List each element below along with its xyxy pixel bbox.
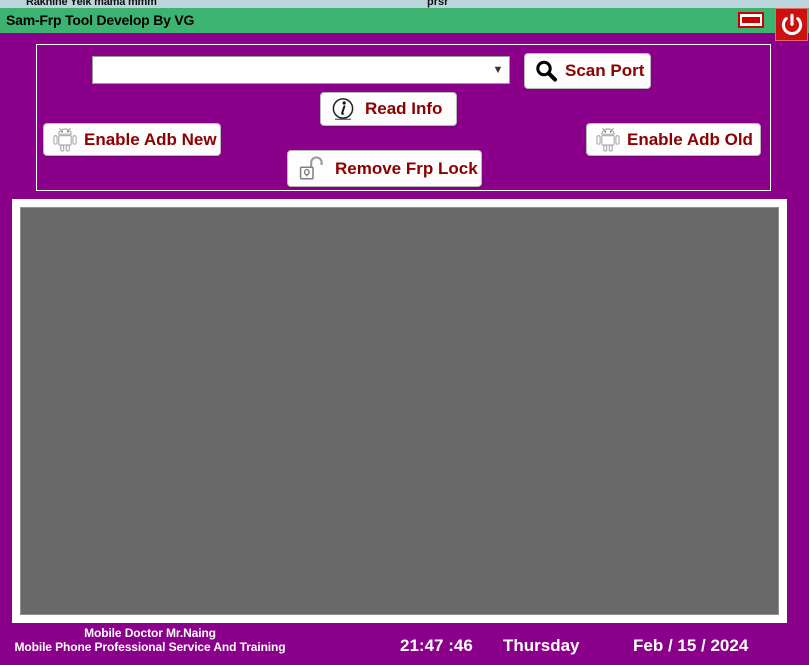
background-window-title-secondary: prsr: [427, 0, 449, 8]
remove-frp-lock-button[interactable]: Remove Frp Lock: [287, 150, 482, 187]
read-info-button[interactable]: Read Info: [320, 92, 457, 126]
background-window-titlebar-strip: Rakhine Yeik mama mmm prsr: [0, 0, 809, 8]
status-date: Feb / 15 / 2024: [633, 636, 749, 655]
window-titlebar: Sam-Frp Tool Develop By VG: [0, 8, 809, 41]
enable-adb-new-button[interactable]: Enable Adb New: [43, 123, 221, 156]
scan-port-label: Scan Port: [565, 61, 645, 80]
status-weekday: Thursday: [503, 636, 580, 655]
credit-block: Mobile Doctor Mr.Naing Mobile Phone Prof…: [0, 626, 300, 654]
enable-adb-old-button[interactable]: Enable Adb Old: [586, 123, 761, 156]
power-icon: [781, 13, 802, 35]
background-window-title: Rakhine Yeik mama mmm: [26, 0, 157, 8]
log-output[interactable]: [20, 207, 779, 615]
close-button[interactable]: [775, 8, 808, 41]
minimize-icon: [742, 17, 760, 23]
credit-line-2: Mobile Phone Professional Service And Tr…: [14, 640, 286, 654]
enable-adb-old-label: Enable Adb Old: [627, 129, 753, 149]
read-info-label: Read Info: [365, 99, 443, 118]
remove-frp-lock-label: Remove Frp Lock: [335, 158, 478, 178]
port-select[interactable]: ▼: [92, 56, 510, 84]
status-bar: Mobile Doctor Mr.Naing Mobile Phone Prof…: [0, 624, 809, 665]
scan-port-button[interactable]: Scan Port: [524, 53, 651, 89]
chevron-down-icon: ▼: [492, 63, 504, 76]
magnifier-icon: [533, 59, 559, 83]
android-robot-icon: [50, 127, 80, 153]
status-time: 21:47 :46: [400, 636, 473, 655]
log-frame: [12, 199, 787, 623]
open-padlock-icon: [297, 155, 329, 183]
minimize-button[interactable]: [738, 12, 764, 28]
app-title: Sam-Frp Tool Develop By VG: [6, 12, 195, 28]
android-robot-icon: [593, 127, 623, 153]
credit-line-1: Mobile Doctor Mr.Naing: [84, 626, 216, 640]
info-circle-icon: [330, 96, 356, 122]
enable-adb-new-label: Enable Adb New: [84, 129, 217, 149]
